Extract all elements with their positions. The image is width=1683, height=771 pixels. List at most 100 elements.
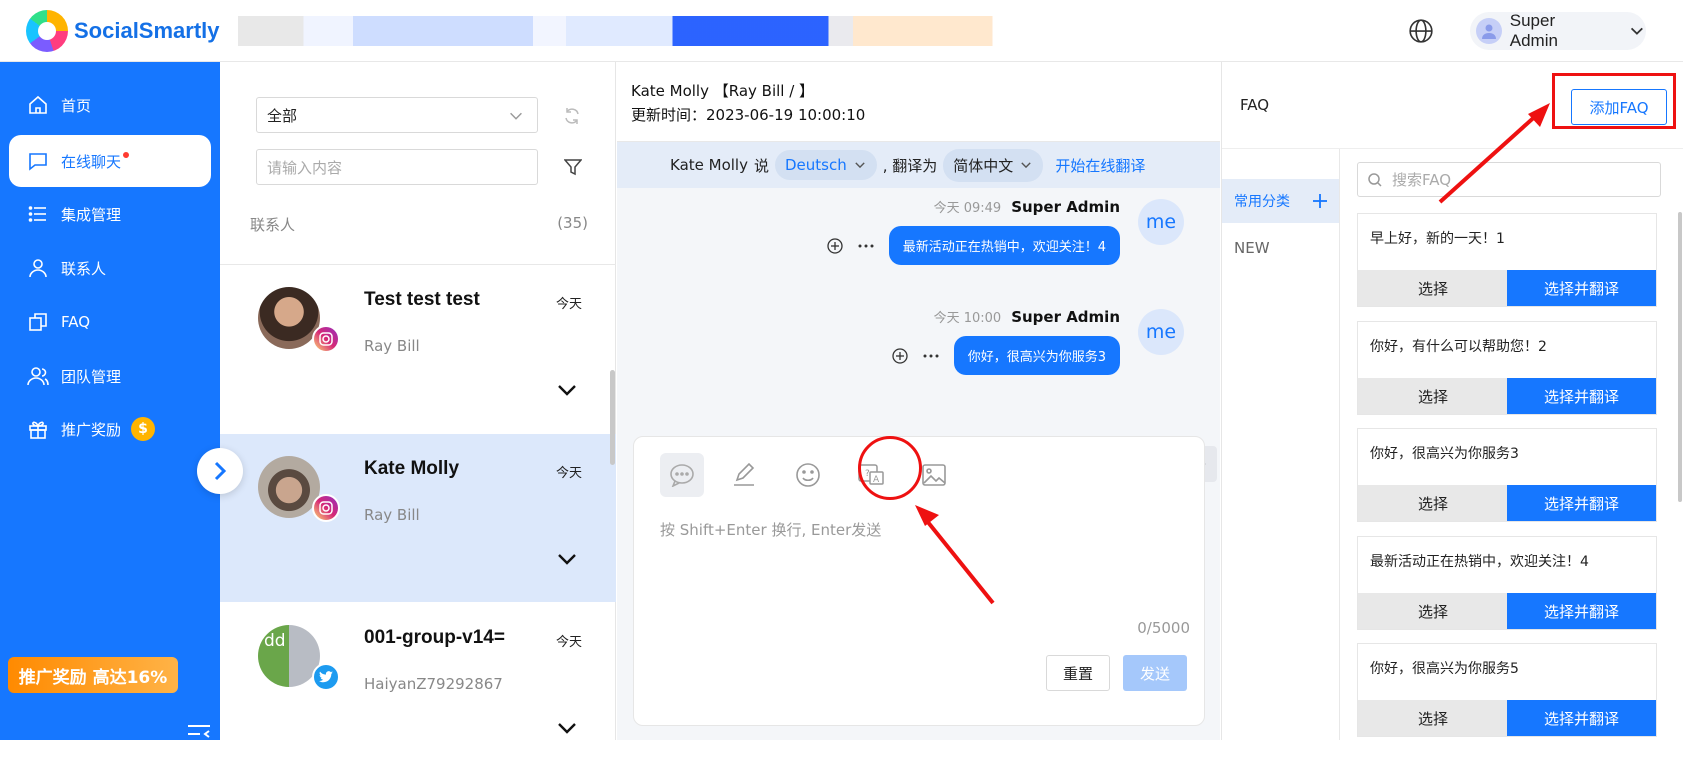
message-input[interactable]: 按 Shift+Enter 换行, Enter发送 <box>660 519 881 540</box>
message-row: 最新活动正在热销中，欢迎关注！4 <box>827 226 1120 265</box>
add-circle-icon[interactable] <box>827 237 843 254</box>
quick-reply-tool[interactable] <box>660 453 704 497</box>
choose-button[interactable]: 选择 <box>1358 270 1508 306</box>
home-icon <box>27 94 49 116</box>
avatar-text: dd <box>264 631 286 651</box>
user-icon <box>1481 24 1496 39</box>
contact-filter-select[interactable]: 全部 <box>256 97 538 133</box>
menu-fold-icon[interactable] <box>186 722 212 746</box>
emoji-tool[interactable] <box>786 453 830 497</box>
unread-dot <box>123 152 130 158</box>
faq-item: 最新活动正在热销中，欢迎关注！4 选择 选择并翻译 <box>1357 536 1657 630</box>
faq-item: 你好，很高兴为你服务5 选择 选择并翻译 <box>1357 643 1657 737</box>
sidebar-item-faq[interactable]: FAQ <box>9 296 211 348</box>
faq-panel: FAQ 添加FAQ 常用分类 NEW 搜索FAQ 早上好，新的一天！1 选择 选… <box>1221 62 1683 740</box>
says-label: 说 <box>753 156 769 175</box>
message-meta: 今天 09:49 Super Admin <box>933 197 1120 217</box>
more-icon[interactable] <box>922 353 940 359</box>
list-item[interactable]: dd 001-group-v14= 今天 HaiyanZ79292867 <box>220 603 616 771</box>
sidebar-item-contacts[interactable]: 联系人 <box>9 242 211 294</box>
category-header-label: 常用分类 <box>1234 194 1290 210</box>
target-language-select[interactable]: 简体中文 <box>943 148 1044 182</box>
sidebar-item-home[interactable]: 首页 <box>9 79 211 131</box>
choose-button[interactable]: 选择 <box>1358 593 1508 629</box>
globe-icon[interactable] <box>1408 18 1434 44</box>
image-icon <box>922 464 946 486</box>
sidebar-item-team[interactable]: 团队管理 <box>9 350 211 402</box>
sidebar-item-chat[interactable]: 在线聊天 <box>9 135 211 187</box>
search-placeholder: 请输入内容 <box>267 158 343 177</box>
message-time: 今天 09:49 <box>933 201 1002 216</box>
search-icon <box>1368 172 1382 187</box>
contact-time: 今天 <box>556 466 583 481</box>
search-placeholder: 搜索FAQ <box>1392 171 1452 189</box>
choose-translate-button[interactable]: 选择并翻译 <box>1507 593 1656 629</box>
char-counter: 0/5000 <box>1137 619 1190 637</box>
more-icon[interactable] <box>857 243 875 249</box>
refresh-icon[interactable] <box>562 106 582 126</box>
chat-message: 今天 10:00 Super Admin 你好，很高兴为你服务3 <box>892 307 1120 375</box>
edit-icon <box>734 462 755 486</box>
target-language: 简体中文 <box>953 156 1014 175</box>
user-menu[interactable]: Super Admin <box>1470 11 1646 50</box>
list-item[interactable]: Kate Molly 今天 Ray Bill <box>220 434 616 602</box>
chevron-down-icon <box>510 112 522 120</box>
choose-button[interactable]: 选择 <box>1358 700 1508 736</box>
chevron-down-icon[interactable] <box>556 383 578 397</box>
chevron-down-icon <box>1631 27 1644 35</box>
edit-tool[interactable] <box>722 453 766 497</box>
choose-translate-button[interactable]: 选择并翻译 <box>1507 700 1656 736</box>
choose-button[interactable]: 选择 <box>1358 378 1508 414</box>
team-icon <box>27 365 49 387</box>
list-item[interactable]: Test test test 今天 Ray Bill <box>220 265 616 433</box>
filter-icon[interactable] <box>564 158 582 176</box>
reset-button[interactable]: 重置 <box>1046 655 1110 691</box>
avatar: dd <box>258 625 320 687</box>
chat-panel: Kate Molly 【Ray Bill / 】 更新时间：2023-06-19… <box>617 62 1220 740</box>
app-logo[interactable]: SocialSmartly <box>26 10 220 52</box>
send-button[interactable]: 发送 <box>1123 655 1187 691</box>
faq-text: 早上好，新的一天！1 <box>1370 231 1505 247</box>
sidebar: 首页 在线聊天 集成管理 联系人 FAQ 团队管理 推广奖励 $ 推广奖励 高达… <box>0 62 220 743</box>
contacts-count: (35) <box>557 214 588 232</box>
sidebar-item-label: 联系人 <box>61 259 107 278</box>
faq-scrollbar[interactable] <box>1678 212 1682 502</box>
sidebar-item-label: 推广奖励 <box>61 420 122 439</box>
chevron-down-icon[interactable] <box>556 721 578 735</box>
message-bubble[interactable]: 你好，很高兴为你服务3 <box>953 336 1120 375</box>
sidebar-item-label: 在线聊天 <box>61 152 122 171</box>
sidebar-item-integration[interactable]: 集成管理 <box>9 188 211 240</box>
top-bar: SocialSmartly Super Admin <box>0 0 1683 62</box>
contacts-label: 联系人 <box>250 216 296 234</box>
sidebar-item-label: FAQ <box>61 313 91 331</box>
collapse-panel-button[interactable] <box>197 448 243 494</box>
choose-button[interactable]: 选择 <box>1358 485 1508 521</box>
contact-search-input[interactable]: 请输入内容 <box>256 149 538 185</box>
message-bubble[interactable]: 最新活动正在热销中，欢迎关注！4 <box>888 226 1120 265</box>
faq-search-input[interactable]: 搜索FAQ <box>1357 162 1661 197</box>
source-language: Deutsch <box>785 156 847 174</box>
chevron-right-icon <box>214 461 227 481</box>
choose-translate-button[interactable]: 选择并翻译 <box>1507 378 1656 414</box>
category-header[interactable]: 常用分类 <box>1222 179 1339 223</box>
avatar <box>1476 18 1502 44</box>
plus-icon[interactable] <box>1313 194 1327 208</box>
contact-sub: HaiyanZ79292867 <box>364 675 503 693</box>
instagram-icon <box>312 494 340 522</box>
choose-translate-button[interactable]: 选择并翻译 <box>1507 270 1656 306</box>
user-name: Super Admin <box>1509 11 1558 50</box>
contact-time: 今天 <box>556 635 583 650</box>
source-language-select[interactable]: Deutsch <box>775 150 877 180</box>
message-sender: Super Admin <box>1011 197 1120 216</box>
chevron-down-icon[interactable] <box>556 552 578 566</box>
sidebar-item-rewards[interactable]: 推广奖励 $ <box>9 403 211 455</box>
translate-to-label: , 翻译为 <box>882 156 938 175</box>
contacts-scrollbar[interactable] <box>610 370 615 465</box>
category-item[interactable]: NEW <box>1234 239 1270 257</box>
choose-translate-button[interactable]: 选择并翻译 <box>1507 485 1656 521</box>
faq-item: 你好，很高兴为你服务3 选择 选择并翻译 <box>1357 428 1657 522</box>
start-translation-link[interactable]: 开始在线翻译 <box>1055 155 1145 176</box>
promo-badge[interactable]: 推广奖励 高达16% <box>8 657 178 693</box>
avatar <box>258 287 320 349</box>
add-circle-icon[interactable] <box>892 347 908 364</box>
